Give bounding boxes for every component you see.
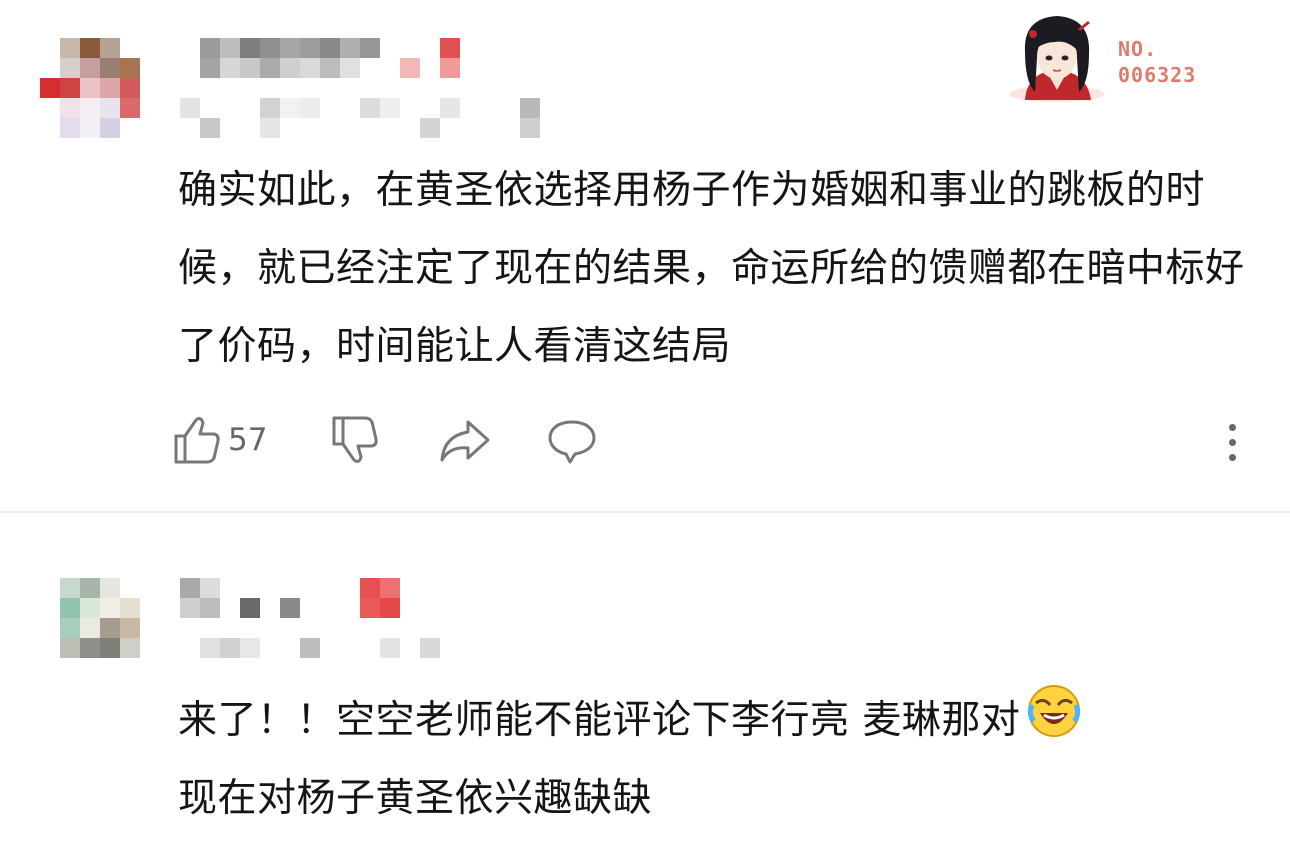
comment-actions: 57 — [172, 412, 1262, 468]
reply-icon — [548, 420, 596, 464]
username-redacted[interactable] — [200, 38, 470, 78]
comment-card: NO. 006323 确实如此，在黄圣依选择用杨子作为婚姻和事业的跳板的时候，就… — [0, 0, 1290, 512]
comment-card: 来了！！空空老师能不能评论下李行亮 麦琳那对 现在对杨子黄圣依兴趣缺缺 — [0, 512, 1290, 841]
more-icon[interactable] — [1224, 422, 1240, 462]
anime-avatar-icon — [1009, 16, 1105, 102]
laughing-crying-emoji — [1028, 685, 1081, 737]
like-button[interactable]: 57 — [172, 412, 267, 468]
dislike-button[interactable] — [330, 412, 380, 468]
avatar[interactable] — [60, 578, 140, 658]
comment-text-line1: 来了！！空空老师能不能评论下李行亮 麦琳那对 — [178, 698, 1021, 743]
thumbs-up-icon — [174, 417, 220, 464]
avatar[interactable] — [40, 38, 140, 138]
comment-text: 来了！！空空老师能不能评论下李行亮 麦琳那对 现在对杨子黄圣依兴趣缺缺 — [178, 682, 1248, 838]
comment-text-line2: 现在对杨子黄圣依兴趣缺缺 — [178, 776, 653, 821]
badge-number: NO. 006323 — [1118, 37, 1197, 87]
comment-meta-redacted — [200, 638, 440, 658]
reply-button[interactable] — [546, 412, 598, 468]
username-redacted[interactable] — [180, 578, 420, 618]
share-button[interactable] — [438, 412, 492, 468]
thumbs-down-icon — [332, 416, 378, 463]
share-icon — [440, 420, 490, 462]
comment-text: 确实如此，在黄圣依选择用杨子作为婚姻和事业的跳板的时候，就已经注定了现在的结果，… — [178, 168, 1245, 369]
like-count: 57 — [228, 422, 268, 458]
fan-badge: NO. 006323 — [1000, 8, 1230, 104]
comment-meta-redacted — [180, 98, 540, 138]
